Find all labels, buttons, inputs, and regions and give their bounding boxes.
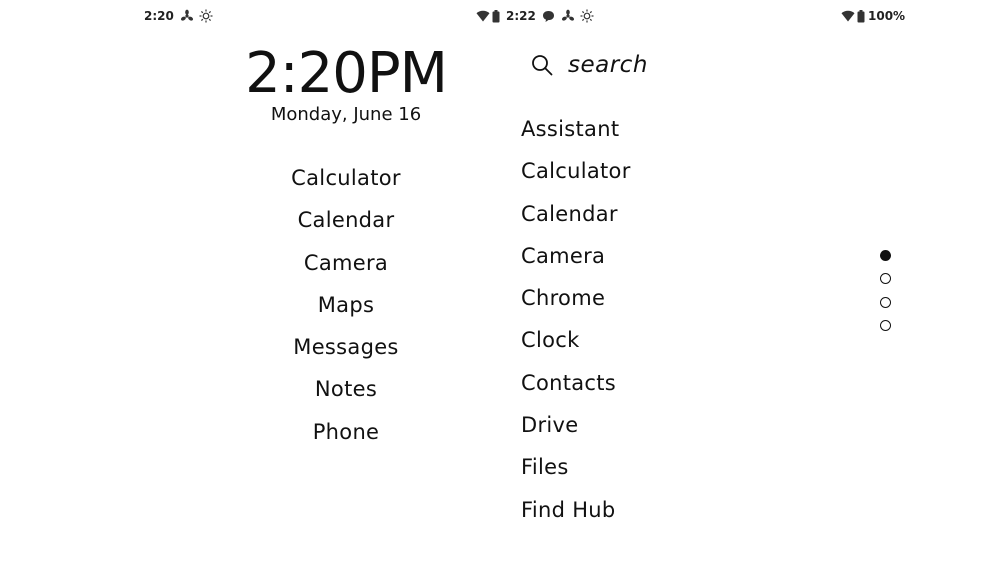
status-time-left: 2:20	[144, 9, 174, 23]
home-screen: 2:20PM Monday, June 16 Calculator Calend…	[196, 45, 496, 444]
status-bar-right: 100%	[837, 7, 907, 25]
home-app-list: Calculator Calendar Camera Maps Messages…	[196, 162, 496, 458]
drawer-app-assistant[interactable]: Assistant	[521, 112, 821, 154]
fan-icon	[560, 8, 576, 24]
brightness-icon	[579, 8, 595, 24]
page-dot-1[interactable]	[880, 250, 891, 261]
clock-time[interactable]: 2:20PM	[196, 45, 496, 103]
fan-icon	[179, 8, 195, 24]
drawer-app-drive[interactable]: Drive	[521, 408, 821, 450]
battery-icon	[491, 8, 500, 24]
status-bar-left: 2:20	[142, 7, 214, 25]
home-app-maps[interactable]: Maps	[196, 289, 496, 331]
home-app-phone[interactable]: Phone	[196, 416, 496, 458]
message-icon	[541, 8, 557, 24]
drawer-app-clock[interactable]: Clock	[521, 323, 821, 365]
drawer-app-calculator[interactable]: Calculator	[521, 154, 821, 196]
brightness-icon	[198, 8, 214, 24]
battery-icon	[856, 8, 865, 24]
home-app-notes[interactable]: Notes	[196, 373, 496, 415]
home-app-messages[interactable]: Messages	[196, 331, 496, 373]
screen: 2:20 2:22 100% 2:20PM Monday, June 16 Ca…	[0, 0, 1000, 563]
wifi-icon	[475, 8, 491, 24]
drawer-app-files[interactable]: Files	[521, 450, 821, 492]
home-app-camera[interactable]: Camera	[196, 247, 496, 289]
wifi-icon	[840, 8, 856, 24]
battery-percent: 100%	[868, 9, 906, 23]
drawer-app-calendar[interactable]: Calendar	[521, 197, 821, 239]
page-dot-2[interactable]	[880, 273, 891, 285]
drawer-app-chrome[interactable]: Chrome	[521, 281, 821, 323]
clock-date[interactable]: Monday, June 16	[196, 104, 496, 126]
page-dot-3[interactable]	[880, 296, 891, 308]
page-dot-4[interactable]	[880, 320, 891, 332]
status-time-middle: 2:22	[506, 9, 536, 23]
status-bar-middle: 2:22	[472, 7, 595, 25]
home-app-calculator[interactable]: Calculator	[196, 162, 496, 204]
drawer-app-find-hub[interactable]: Find Hub	[521, 493, 821, 535]
app-drawer-list: Assistant Calculator Calendar Camera Chr…	[521, 112, 821, 535]
home-app-calendar[interactable]: Calendar	[196, 204, 496, 246]
page-indicator	[880, 250, 893, 344]
drawer-app-contacts[interactable]: Contacts	[521, 366, 821, 408]
search-label[interactable]: search	[568, 52, 648, 78]
search-bar[interactable]: search	[530, 49, 648, 81]
drawer-app-camera[interactable]: Camera	[521, 239, 821, 281]
search-icon[interactable]	[530, 53, 554, 77]
